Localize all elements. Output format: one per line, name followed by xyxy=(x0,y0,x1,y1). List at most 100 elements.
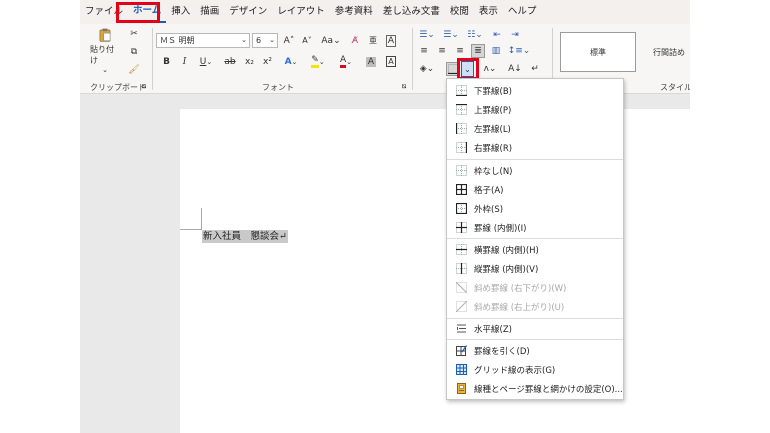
line-spacing-icon: ↕≡⌄ xyxy=(507,46,531,56)
menu-item-top-border[interactable]: 上罫線(P) xyxy=(447,100,623,119)
menu-item-all-borders[interactable]: 格子(A) xyxy=(447,180,623,199)
style-normal[interactable]: 標準 xyxy=(560,32,636,72)
align-center-button[interactable]: ≡ xyxy=(435,44,449,58)
clear-formatting-button[interactable]: A̸ xyxy=(348,33,362,48)
highlight-color-button[interactable]: ✎ ⌄ xyxy=(308,54,328,69)
strikethrough-button[interactable]: ab xyxy=(222,54,238,69)
menu-item-label: 上罫線(P) xyxy=(474,105,512,116)
margin-corner-mark xyxy=(201,208,202,230)
font-size-combo[interactable]: 6 ⌄ xyxy=(252,33,278,48)
tab-view[interactable]: 表示 xyxy=(474,0,503,24)
cut-button[interactable]: ✂ xyxy=(127,27,141,41)
menu-item-horizontal-line[interactable]: 水平線(Z) xyxy=(447,319,623,338)
strikethrough-icon: ab xyxy=(224,56,236,67)
clipboard-launcher-icon[interactable]: ⧅ xyxy=(142,82,146,91)
menu-item-label: 格子(A) xyxy=(474,185,504,196)
sort-button[interactable]: A↓ xyxy=(508,62,522,76)
increase-indent-button[interactable]: ⇥ xyxy=(508,28,522,42)
menu-item-label: 罫線 (内側)(I) xyxy=(474,223,527,234)
subscript-button[interactable]: x₂ xyxy=(243,54,256,69)
menu-item-outside-borders[interactable]: 外枠(S) xyxy=(447,199,623,218)
enclosed-characters-button[interactable]: A xyxy=(384,33,398,48)
style-no-spacing[interactable]: 行間詰め xyxy=(640,32,690,72)
shrink-font-button[interactable]: A˅ xyxy=(300,33,314,48)
justify-button[interactable]: ≣ xyxy=(471,44,485,58)
menu-separator xyxy=(447,238,623,239)
copy-button[interactable]: ⧉ xyxy=(127,45,141,59)
style-no-spacing-label: 行間詰め xyxy=(653,47,685,57)
numbering-button[interactable]: ☰⌄ xyxy=(441,28,461,42)
paintbrush-icon: 🖌 xyxy=(128,65,140,75)
multilevel-list-icon: ☷⌄ xyxy=(467,30,483,40)
tab-draw[interactable]: 描画 xyxy=(195,0,224,24)
grow-font-button[interactable]: A˄ xyxy=(282,33,296,48)
home-tab-highlight xyxy=(116,2,160,23)
menu-item-label: 右罫線(R) xyxy=(474,143,513,154)
menu-item-no-border[interactable]: 枠なし(N) xyxy=(447,161,623,180)
align-right-button[interactable]: ≡ xyxy=(453,44,467,58)
distributed-button[interactable]: ▥ xyxy=(489,44,503,58)
italic-button[interactable]: I xyxy=(178,54,191,69)
menu-item-left-border[interactable]: 左罫線(L) xyxy=(447,119,623,138)
menu-item-label: グリッド線の表示(G) xyxy=(474,365,556,376)
decrease-indent-icon: ⇤ xyxy=(493,30,501,40)
font-color-button[interactable]: A ⌄ xyxy=(336,54,356,69)
selected-document-text[interactable]: 新入社員 懇談会↵ xyxy=(202,230,288,243)
line-spacing-button[interactable]: ↕≡⌄ xyxy=(507,44,531,58)
bold-button[interactable]: B xyxy=(160,54,173,69)
view-gridlines-icon xyxy=(456,364,467,375)
tab-references[interactable]: 参考資料 xyxy=(330,0,378,24)
menu-item-inside-vertical-border[interactable]: 縦罫線 (内側)(V) xyxy=(447,259,623,278)
diagonal-down-border-icon xyxy=(456,282,467,293)
shading-button[interactable]: ◈⌄ xyxy=(417,62,437,76)
border-right-icon xyxy=(456,142,467,153)
superscript-button[interactable]: x² xyxy=(261,54,274,69)
border-bottom-icon xyxy=(456,85,467,96)
font-name-combo[interactable]: ＭＳ 明朝 ⌄ xyxy=(156,33,250,48)
menu-item-bottom-border[interactable]: 下罫線(B) xyxy=(447,81,623,100)
menu-item-inside-borders[interactable]: 罫線 (内側)(I) xyxy=(447,218,623,237)
menu-item-inside-horizontal-border[interactable]: 横罫線 (内側)(H) xyxy=(447,240,623,259)
character-border-button[interactable]: A xyxy=(384,54,398,69)
menu-separator xyxy=(447,159,623,160)
tab-layout[interactable]: レイアウト xyxy=(272,0,330,24)
tab-mailings[interactable]: 差し込み文書 xyxy=(378,0,445,24)
chevron-down-icon: ⌄ xyxy=(206,57,213,66)
menu-item-view-gridlines[interactable]: グリッド線の表示(G) xyxy=(447,360,623,379)
menu-item-label: 下罫線(B) xyxy=(474,86,512,97)
menu-item-borders-and-shading[interactable]: 線種とページ罫線と網かけの設定(O)... xyxy=(447,379,623,398)
text-effects-button[interactable]: A ⌄ xyxy=(282,54,300,69)
align-left-button[interactable]: ≡ xyxy=(417,44,431,58)
menu-item-right-border[interactable]: 右罫線(R) xyxy=(447,138,623,157)
format-painter-button[interactable]: 🖌 xyxy=(127,63,141,77)
asian-layout-button[interactable]: ʌ⌄ xyxy=(481,62,499,76)
bullets-button[interactable]: ☰⌄ xyxy=(417,28,437,42)
tab-help[interactable]: ヘルプ xyxy=(503,0,542,24)
borders-dropdown-highlight xyxy=(457,58,479,80)
italic-icon: I xyxy=(182,56,187,67)
bullets-icon: ☰⌄ xyxy=(419,30,435,40)
tab-review[interactable]: 校閲 xyxy=(445,0,474,24)
tab-design[interactable]: デザイン xyxy=(224,0,272,24)
tab-insert[interactable]: 挿入 xyxy=(166,0,195,24)
show-formatting-button[interactable]: ↵ xyxy=(528,62,542,76)
align-center-icon: ≡ xyxy=(438,46,446,56)
clipboard-icon xyxy=(99,28,111,42)
decrease-indent-button[interactable]: ⇤ xyxy=(490,28,504,42)
character-shading-button[interactable]: A xyxy=(364,54,378,69)
menu-item-label: 縦罫線 (内側)(V) xyxy=(474,264,539,275)
menu-item-draw-table[interactable]: 罫線を引く(D) xyxy=(447,341,623,360)
multilevel-list-button[interactable]: ☷⌄ xyxy=(465,28,485,42)
font-launcher-icon[interactable]: ⧅ xyxy=(402,82,406,91)
text-effects-icon: A xyxy=(284,56,292,67)
change-case-button[interactable]: Aa⌄ xyxy=(320,33,342,48)
underline-button[interactable]: U ⌄ xyxy=(196,54,216,69)
numbering-icon: ☰⌄ xyxy=(443,30,459,40)
chevron-down-icon: ⌄ xyxy=(346,57,353,66)
border-inside-vertical-icon xyxy=(456,263,467,274)
phonetic-guide-button[interactable]: 亜 xyxy=(366,33,380,48)
border-inside-horizontal-icon xyxy=(456,244,467,255)
chevron-down-icon: ⌄ xyxy=(269,36,275,44)
menu-item-label: 水平線(Z) xyxy=(474,324,512,335)
paste-button[interactable]: 貼り付け ⌄ xyxy=(90,28,120,74)
